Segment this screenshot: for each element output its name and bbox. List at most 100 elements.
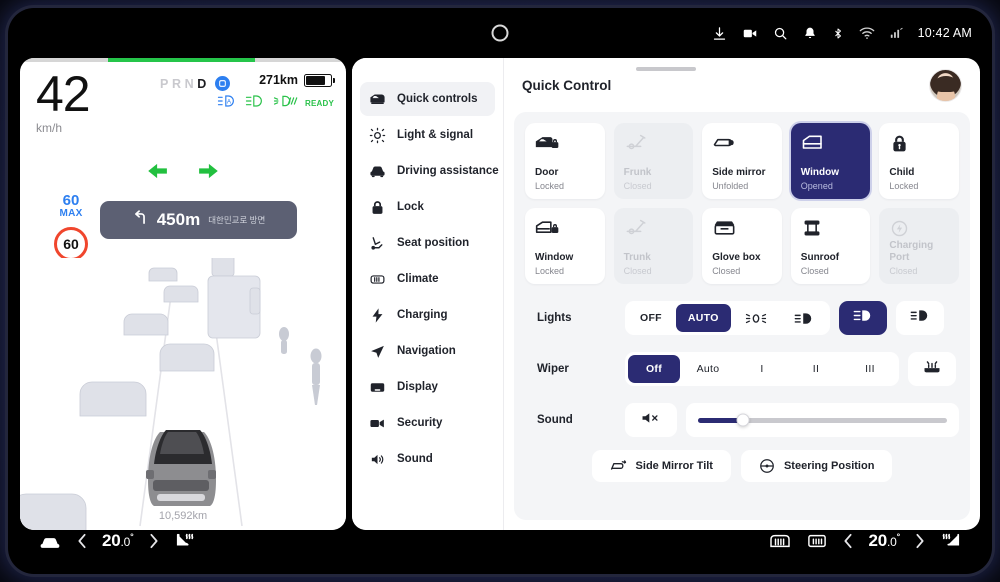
- rear-defrost-icon[interactable]: [768, 532, 792, 550]
- lights-fog-lamp-button[interactable]: [895, 301, 944, 335]
- windshield-defrost-icon[interactable]: [806, 532, 828, 550]
- sidebar-item-seat-position[interactable]: Seat position: [360, 226, 495, 260]
- side-mirror-tilt-button[interactable]: Side Mirror Tilt: [591, 450, 731, 482]
- sidebar-item-label: Security: [397, 417, 443, 429]
- wifi-icon[interactable]: [859, 26, 875, 40]
- navigation-arrow-icon: [369, 343, 386, 360]
- lights-high-beam-button[interactable]: [838, 301, 887, 335]
- washer-spray-icon: [922, 358, 942, 380]
- nav-distance: 450m: [156, 210, 201, 229]
- tile-name: Charging Port: [889, 240, 934, 263]
- search-icon[interactable]: [773, 26, 788, 41]
- window-icon: [801, 133, 862, 157]
- steering-wheel-icon: [759, 458, 775, 474]
- tile-frunk[interactable]: Frunk Closed: [613, 123, 694, 199]
- sidebar-item-quick-controls[interactable]: Quick controls: [360, 82, 495, 116]
- lights-row: Lights OFF AUTO: [525, 297, 959, 339]
- temp-deg: °: [896, 531, 901, 542]
- climate-vent-icon: [369, 271, 386, 288]
- sidebar-item-label: Climate: [397, 273, 439, 285]
- wiper-speed-1-button[interactable]: I: [736, 355, 788, 383]
- tile-door[interactable]: Door Locked: [525, 123, 605, 199]
- tile-name: Child: [889, 167, 915, 178]
- sidebar-item-navigation[interactable]: Navigation: [360, 334, 495, 368]
- tile-name: Frunk: [623, 167, 652, 178]
- cellular-icon[interactable]: [890, 26, 903, 40]
- status-bar-icons: 10:42 AM: [712, 14, 972, 52]
- sidebar-item-climate[interactable]: Climate: [360, 262, 495, 296]
- car-front-icon: [369, 163, 386, 180]
- wiper-speed-3-button[interactable]: III: [844, 355, 896, 383]
- tile-charging-port[interactable]: Charging Port Closed: [879, 208, 959, 284]
- sidebar-item-display[interactable]: Display: [360, 370, 495, 404]
- wiper-off-button[interactable]: Off: [628, 355, 680, 383]
- tile-trunk[interactable]: Trunk Closed: [613, 208, 694, 284]
- tile-name: Glove box: [712, 252, 761, 263]
- download-icon[interactable]: [712, 26, 727, 41]
- camera-icon[interactable]: [742, 26, 758, 41]
- tile-side-mirror[interactable]: Side mirror Unfolded: [702, 123, 782, 199]
- sidebar-item-sound[interactable]: Sound: [360, 442, 495, 476]
- sidebar-item-label: Seat position: [397, 237, 470, 249]
- tile-window-opened[interactable]: Window Opened: [790, 123, 871, 199]
- display-icon: [369, 379, 386, 396]
- bell-icon[interactable]: [803, 26, 817, 41]
- temp-increase-left-button[interactable]: [148, 533, 160, 549]
- lights-position-lamp-button[interactable]: [733, 304, 779, 332]
- wiper-auto-button[interactable]: Auto: [682, 355, 734, 383]
- climate-temp-left: 20.0°: [102, 531, 134, 551]
- volume-knob[interactable]: [736, 413, 750, 427]
- sound-label: Sound: [537, 414, 573, 426]
- lock-icon: [369, 199, 386, 216]
- temp-increase-right-button[interactable]: [914, 533, 926, 549]
- sidebar-item-light-signal[interactable]: Light & signal: [360, 118, 495, 152]
- front-defrost-icon[interactable]: [38, 533, 62, 550]
- sidebar-item-lock[interactable]: Lock: [360, 190, 495, 224]
- volume-slider[interactable]: [686, 403, 959, 437]
- gear-p: P: [160, 76, 170, 91]
- temp-decrease-right-button[interactable]: [842, 533, 854, 549]
- car-door-icon: [369, 91, 386, 108]
- wiper-speed-2-button[interactable]: II: [790, 355, 842, 383]
- tile-grid: Door Locked Frunk Closed Side mirror Unf…: [525, 123, 959, 284]
- volume-track[interactable]: [698, 413, 947, 427]
- tile-glove-box[interactable]: Glove box Closed: [702, 208, 782, 284]
- speaker-icon: [369, 451, 386, 468]
- driving-scene: 10,592km: [20, 258, 346, 530]
- lights-low-beam-button[interactable]: [781, 304, 827, 332]
- speed-limit-max-value: 60: [62, 192, 80, 209]
- content-header: Quick Control: [504, 58, 980, 112]
- light-sun-icon: [369, 127, 386, 144]
- temp-decrease-left-button[interactable]: [76, 533, 88, 549]
- tile-child-lock[interactable]: Child Locked: [879, 123, 959, 199]
- lights-auto-button[interactable]: AUTO: [675, 304, 731, 332]
- speaker-mute-icon: [640, 410, 662, 431]
- sidebar-item-driving-assistance[interactable]: Driving assistance: [360, 154, 499, 188]
- home-circle-icon[interactable]: [491, 24, 509, 42]
- sound-mute-button[interactable]: [625, 403, 677, 437]
- tile-state: Closed: [623, 181, 652, 191]
- wiper-washer-button[interactable]: [908, 352, 956, 386]
- avatar[interactable]: [929, 68, 962, 102]
- left-arrow-icon: [147, 163, 169, 184]
- steering-position-label: Steering Position: [783, 460, 875, 472]
- steering-position-button[interactable]: Steering Position: [740, 450, 893, 482]
- sidebar-item-charging[interactable]: Charging: [360, 298, 495, 332]
- seat-heat-left-icon[interactable]: [174, 532, 196, 551]
- sidebar-item-label: Charging: [397, 309, 448, 321]
- frunk-icon: [624, 133, 685, 157]
- bluetooth-icon[interactable]: [832, 26, 844, 41]
- seat-heat-right-icon[interactable]: [940, 532, 962, 551]
- sidebar-item-security[interactable]: Security: [360, 406, 495, 440]
- charging-port-icon: [889, 218, 950, 240]
- status-bar: 10:42 AM: [14, 14, 986, 52]
- lights-off-button[interactable]: OFF: [628, 304, 674, 332]
- tile-window-locked[interactable]: Window Locked: [525, 208, 605, 284]
- panel-drag-handle[interactable]: [636, 67, 696, 71]
- tile-sunroof[interactable]: Sunroof Closed: [790, 208, 871, 284]
- speed-limit-max-label: MAX: [59, 208, 83, 219]
- tile-state: Locked: [889, 181, 919, 191]
- sidebar-item-label: Lock: [397, 201, 424, 213]
- device-screen: 10:42 AM 42 km/h P R N D 271km A READY 4…: [14, 14, 986, 568]
- turn-signal-arrows: [20, 163, 346, 184]
